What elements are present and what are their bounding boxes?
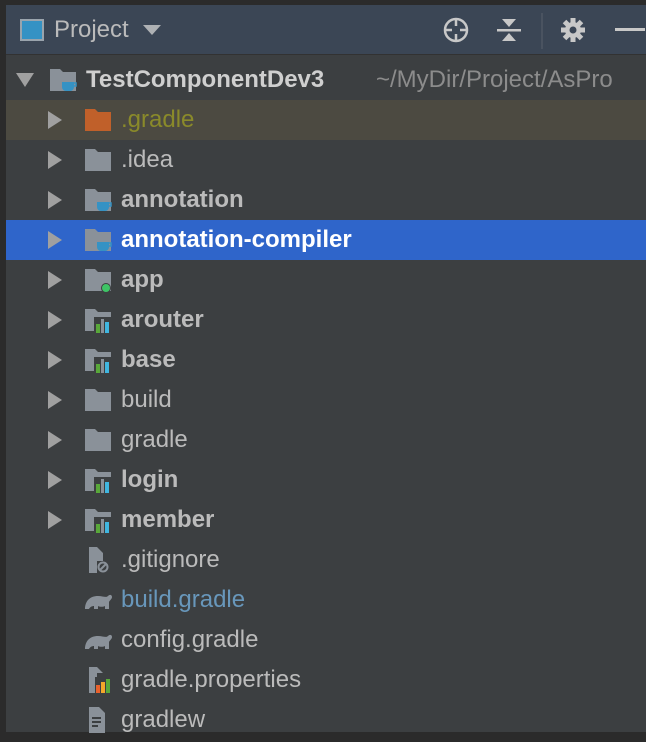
expand-arrow-icon[interactable]: [48, 351, 62, 369]
tree-item-label: annotation-compiler: [121, 226, 352, 253]
collapse-all-icon[interactable]: [494, 15, 524, 45]
folder-excluded-icon: [83, 105, 113, 135]
tree-item-label: member: [121, 506, 215, 533]
root-path: ~/MyDir/Project/AsPro: [376, 66, 613, 93]
tree-item[interactable]: base: [6, 340, 646, 380]
tree-item-label: arouter: [121, 306, 204, 333]
gear-icon[interactable]: [558, 15, 588, 45]
tree-item-label: .idea: [121, 146, 174, 173]
tree-item-label: build.gradle: [121, 586, 246, 613]
expand-arrow-icon[interactable]: [48, 511, 62, 529]
tree-item[interactable]: app: [6, 260, 646, 300]
expand-arrow-icon[interactable]: [48, 151, 62, 169]
expand-arrow-icon[interactable]: [48, 111, 62, 129]
expand-arrow-icon[interactable]: [48, 311, 62, 329]
tree-root[interactable]: TestComponentDev3 ~/MyDir/Project/AsPro: [6, 60, 646, 100]
tree-item[interactable]: gradle.properties: [6, 660, 646, 700]
tree-item[interactable]: build: [6, 380, 646, 420]
tree-item[interactable]: arouter: [6, 300, 646, 340]
locate-icon[interactable]: [441, 15, 471, 45]
minimize-icon[interactable]: [615, 28, 645, 31]
tree-item[interactable]: .idea: [6, 140, 646, 180]
folder-library-module-icon: [83, 345, 113, 375]
folder-java-module-icon: [83, 185, 113, 215]
tree-item[interactable]: gradle: [6, 420, 646, 460]
tree-item-label: config.gradle: [121, 626, 259, 653]
tool-window-header: Project: [6, 5, 646, 55]
folder-java-module-icon: [48, 65, 78, 95]
tree-item-label: login: [121, 466, 179, 493]
tree-item[interactable]: annotation: [6, 180, 646, 220]
tree-item[interactable]: login: [6, 460, 646, 500]
folder-icon: [83, 385, 113, 415]
folder-java-module-icon: [83, 225, 113, 255]
tree-item-label: base: [121, 346, 176, 373]
folder-icon: [83, 145, 113, 175]
view-selector[interactable]: Project: [54, 16, 129, 44]
tree-item[interactable]: build.gradle: [6, 580, 646, 620]
tree-item[interactable]: annotation-compiler: [6, 220, 646, 260]
folder-library-module-icon: [83, 505, 113, 535]
properties-file-icon: [83, 665, 113, 695]
root-name: TestComponentDev3: [86, 66, 325, 93]
folder-library-module-icon: [83, 465, 113, 495]
tree-item[interactable]: config.gradle: [6, 620, 646, 660]
expand-arrow-icon[interactable]: [48, 231, 62, 249]
text-file-icon: [83, 705, 113, 735]
tree-item[interactable]: member: [6, 500, 646, 540]
tree-item-label: gradle: [121, 426, 188, 453]
tree-item[interactable]: gradlew: [6, 700, 646, 740]
folder-icon: [83, 425, 113, 455]
expand-arrow-icon[interactable]: [48, 431, 62, 449]
gradle-file-icon: [83, 585, 113, 615]
header-divider: [541, 13, 543, 49]
tree-item-label: gradlew: [121, 706, 206, 733]
project-tree: TestComponentDev3 ~/MyDir/Project/AsPro .g…: [6, 55, 646, 740]
tree-item-label: .gitignore: [121, 546, 220, 573]
collapse-arrow-icon[interactable]: [16, 73, 34, 87]
folder-library-module-icon: [83, 305, 113, 335]
tree-item-label: build: [121, 386, 172, 413]
tree-item[interactable]: .gitignore: [6, 540, 646, 580]
expand-arrow-icon[interactable]: [48, 471, 62, 489]
project-tool-window: Project TestComponentDev3 ~/MyDir/Project…: [6, 5, 646, 733]
project-view-icon: [20, 18, 44, 41]
expand-arrow-icon[interactable]: [48, 391, 62, 409]
tree-item-label: app: [121, 266, 164, 293]
tree-item-label: .gradle: [121, 106, 195, 133]
dropdown-icon[interactable]: [142, 24, 161, 35]
expand-arrow-icon[interactable]: [48, 191, 62, 209]
expand-arrow-icon[interactable]: [48, 271, 62, 289]
tree-item[interactable]: .gradle: [6, 100, 646, 140]
gitignore-file-icon: [83, 545, 113, 575]
folder-android-app-icon: [83, 265, 113, 295]
tree-item-label: gradle.properties: [121, 666, 302, 693]
tree-item-label: annotation: [121, 186, 244, 213]
gradle-file-icon: [83, 625, 113, 655]
